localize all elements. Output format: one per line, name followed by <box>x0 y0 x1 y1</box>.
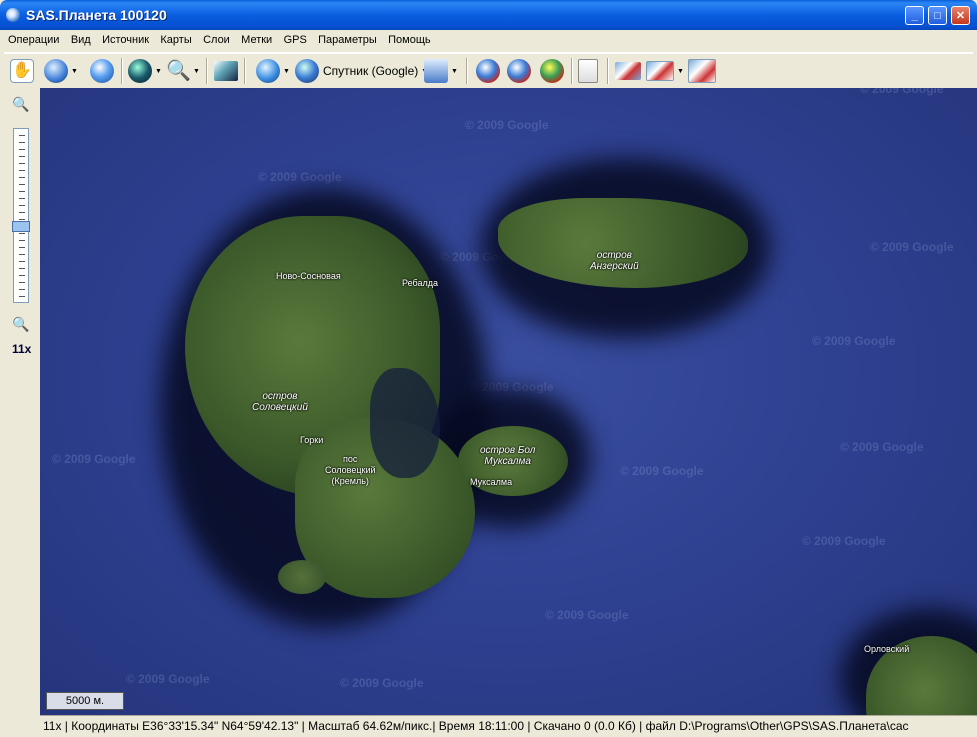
zoom-slider-thumb[interactable] <box>12 221 30 232</box>
minimize-button[interactable]: _ <box>905 6 924 25</box>
magnifier-icon: 🔍 <box>166 60 191 82</box>
chevron-down-icon[interactable]: ▼ <box>193 68 200 75</box>
marks-list-button[interactable] <box>578 58 598 84</box>
menu-bar: Операции Вид Источник Карты Слои Метки G… <box>4 31 973 53</box>
add-polygon-button[interactable] <box>540 58 564 84</box>
zoom-in-button[interactable]: 🔍 <box>12 96 30 114</box>
move-tool-button[interactable]: ✋ <box>10 58 34 84</box>
menu-layers[interactable]: Слои <box>199 31 234 46</box>
ruler-globe-icon <box>44 59 68 83</box>
chevron-down-icon[interactable]: ▼ <box>71 68 78 75</box>
calc-distance-button[interactable]: ▼ <box>44 58 78 84</box>
chevron-down-icon[interactable]: ▼ <box>451 68 458 75</box>
app-icon <box>6 8 20 22</box>
watermark: © 2009 Google <box>812 334 896 348</box>
window-title: SAS.Планета 100120 <box>26 7 167 23</box>
zoom-tool-button[interactable]: 🔍 ▼ <box>166 58 200 84</box>
region-icon <box>214 61 238 81</box>
add-mark-button[interactable] <box>476 58 500 84</box>
watermark: © 2009 Google <box>126 672 210 686</box>
zoom-in-icon: 🔍 <box>12 96 30 112</box>
watermark: © 2009 Google <box>840 440 924 454</box>
layers-button[interactable]: ▼ <box>424 58 458 84</box>
menu-help[interactable]: Помощь <box>384 31 435 46</box>
map-type-label: Спутник (Google) <box>323 64 419 78</box>
watermark: © 2009 Google <box>620 464 704 478</box>
earth-icon <box>295 59 319 83</box>
status-text: 11x | Координаты E36°33'15.34" N64°59'42… <box>43 719 909 733</box>
watermark: © 2009 Google <box>870 240 954 254</box>
map-label: Ново-Сосновая <box>276 271 341 281</box>
menu-gps[interactable]: GPS <box>280 31 311 46</box>
watermark: © 2009 Google <box>340 676 424 690</box>
chevron-down-icon[interactable]: ▼ <box>155 68 162 75</box>
zoom-level: 11x <box>12 342 32 356</box>
earth-dark-icon <box>128 59 152 83</box>
globe-button[interactable] <box>90 58 114 84</box>
map-label: Ребалда <box>402 278 438 288</box>
track-clear-icon <box>688 59 716 83</box>
watermark: © 2009 Google <box>860 88 944 96</box>
map-label: пос Соловецкий (Кремль) <box>325 454 376 486</box>
map-label: остров Анзерский <box>590 250 639 272</box>
watermark: © 2009 Google <box>802 534 886 548</box>
watermark: © 2009 Google <box>258 170 342 184</box>
menu-source[interactable]: Источник <box>98 31 153 46</box>
network-globe-icon <box>256 59 280 83</box>
status-bar: 11x | Координаты E36°33'15.34" N64°59'42… <box>40 715 977 737</box>
small-islet <box>278 560 326 594</box>
map-label: Горки <box>300 435 324 445</box>
polygon-icon <box>540 59 564 83</box>
menu-operations[interactable]: Операции <box>4 31 63 46</box>
map-view[interactable]: © 2009 Google © 2009 Google © 2009 Googl… <box>40 88 977 715</box>
globe-icon <box>90 59 114 83</box>
title-bar: SAS.Планета 100120 _ □ ✕ <box>0 0 977 30</box>
watermark: © 2009 Google <box>465 118 549 132</box>
close-button[interactable]: ✕ <box>951 6 970 25</box>
marker-add-icon <box>476 59 500 83</box>
toolbar: ✋ ▼ ▼ 🔍 ▼ ▼ Спутник (Google) ▼ ▼ <box>4 53 973 89</box>
zoom-slider[interactable] <box>12 128 30 303</box>
zoom-out-icon: 🔍 <box>12 316 30 332</box>
list-icon <box>578 59 598 83</box>
track-icon <box>615 62 641 80</box>
gps-track-button[interactable] <box>615 58 641 84</box>
path-icon <box>507 59 531 83</box>
hand-icon: ✋ <box>10 59 34 83</box>
menu-maps[interactable]: Карты <box>156 31 195 46</box>
map-source-button[interactable]: ▼ <box>256 58 290 84</box>
zoom-out-button[interactable]: 🔍 <box>12 316 30 334</box>
map-label: остров Соловецкий <box>252 391 308 413</box>
scale-bar: 5000 м. <box>46 692 124 710</box>
watermark: © 2009 Google <box>545 608 629 622</box>
maximize-button[interactable]: □ <box>928 6 947 25</box>
add-path-button[interactable] <box>507 58 531 84</box>
select-region-button[interactable] <box>214 58 238 84</box>
watermark: © 2009 Google <box>52 452 136 466</box>
chevron-down-icon[interactable]: ▼ <box>677 68 684 75</box>
map-label: остров Бол Муксалма <box>480 445 536 467</box>
fullscreen-button[interactable]: ▼ <box>128 58 162 84</box>
map-type-dropdown[interactable]: Спутник (Google)▼ <box>295 58 428 84</box>
zoom-panel: 🔍 🔍 11x <box>4 88 41 715</box>
map-label: Орловский <box>864 644 910 654</box>
track-follow-icon <box>646 61 674 81</box>
layers-icon <box>424 59 448 83</box>
gps-follow-button[interactable]: ▼ <box>646 58 684 84</box>
chevron-down-icon[interactable]: ▼ <box>283 68 290 75</box>
menu-marks[interactable]: Метки <box>237 31 276 46</box>
menu-view[interactable]: Вид <box>67 31 95 46</box>
menu-parameters[interactable]: Параметры <box>314 31 381 46</box>
map-label: Муксалма <box>470 477 513 487</box>
gps-clear-button[interactable] <box>688 58 716 84</box>
